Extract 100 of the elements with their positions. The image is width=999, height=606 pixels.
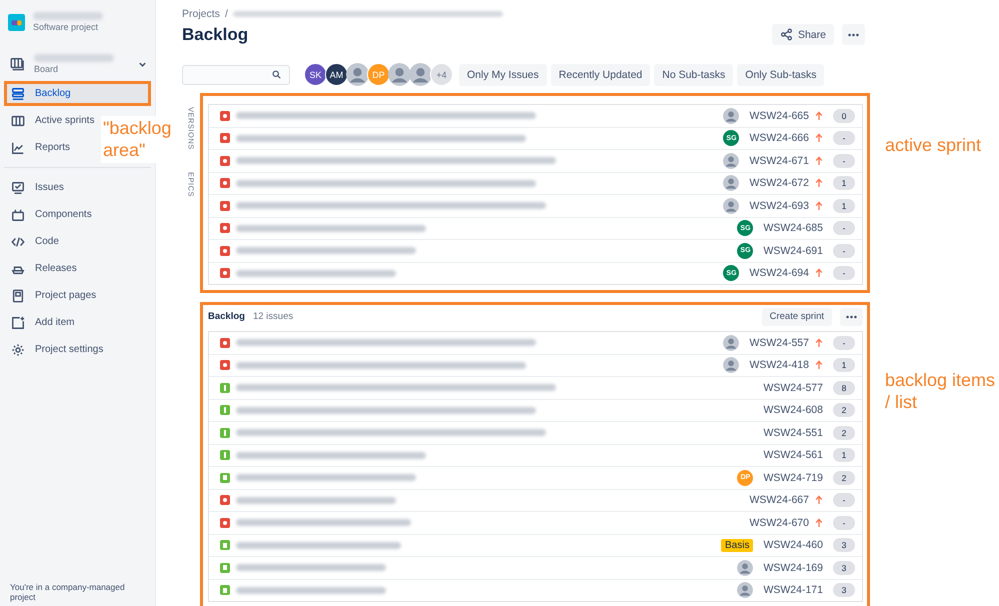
monitor-icon bbox=[11, 180, 25, 194]
chevron-down-icon bbox=[138, 60, 147, 68]
issue-key[interactable]: WSW24-691 bbox=[763, 244, 823, 257]
issue-row[interactable]: WSW24-693 1 bbox=[209, 195, 862, 218]
estimate-badge: 2 bbox=[833, 426, 855, 440]
quick-filter-button[interactable]: Recently Updated bbox=[550, 64, 650, 86]
issue-row[interactable]: WSW24-418 1 bbox=[209, 354, 862, 377]
issue-row[interactable]: WSW24-551 2 bbox=[209, 422, 862, 444]
bug-type-icon bbox=[220, 110, 230, 121]
bug-type-icon bbox=[220, 223, 230, 234]
issue-key[interactable]: WSW24-557 bbox=[749, 336, 809, 349]
bug-type-icon bbox=[220, 200, 230, 211]
person-silhouette-avatar bbox=[737, 560, 754, 576]
quick-filter-button[interactable]: No Sub-tasks bbox=[654, 64, 734, 86]
issue-key[interactable]: WSW24-577 bbox=[763, 382, 823, 394]
more-button[interactable] bbox=[840, 308, 863, 326]
person-silhouette-avatar bbox=[723, 198, 740, 214]
issue-row[interactable]: WSW24-169 3 bbox=[209, 557, 862, 580]
user-avatar[interactable]: SK bbox=[304, 63, 327, 86]
estimate-badge: 1 bbox=[833, 358, 855, 372]
issue-key[interactable]: WSW24-666 bbox=[749, 132, 809, 144]
user-avatar[interactable]: AM bbox=[325, 63, 348, 86]
issue-row[interactable]: WSW24-672 1 bbox=[209, 172, 862, 195]
person-silhouette-avatar bbox=[723, 152, 740, 169]
issue-key[interactable]: WSW24-608 bbox=[763, 404, 823, 416]
issue-row[interactable]: WSW24-665 0 bbox=[209, 105, 862, 128]
issue-key[interactable]: WSW24-171 bbox=[763, 584, 823, 596]
story-type-icon bbox=[220, 585, 230, 596]
issue-row[interactable]: WSW24-608 2 bbox=[209, 400, 862, 422]
redacted-project-name bbox=[33, 12, 103, 20]
person-silhouette-avatar[interactable] bbox=[388, 63, 411, 86]
box-icon bbox=[11, 208, 25, 222]
estimate-badge: - bbox=[833, 131, 855, 146]
issue-key[interactable]: WSW24-561 bbox=[763, 449, 823, 462]
issue-row[interactable]: WSW24-670 - bbox=[209, 512, 862, 534]
page-icon bbox=[11, 288, 25, 302]
board-selector[interactable]: Board bbox=[0, 32, 155, 80]
estimate-badge: 1 bbox=[833, 448, 855, 462]
share-icon bbox=[780, 28, 793, 41]
project-footer-note: You're in a company-managed project bbox=[9, 582, 126, 602]
person-silhouette-avatar[interactable] bbox=[346, 63, 369, 86]
issue-row[interactable]: WSW24-671 - bbox=[209, 150, 862, 172]
issue-key[interactable]: WSW24-719 bbox=[763, 472, 823, 484]
estimate-badge: 3 bbox=[833, 560, 855, 575]
issue-key[interactable]: WSW24-693 bbox=[749, 200, 809, 212]
issue-row[interactable]: Basis WSW24-460 3 bbox=[209, 534, 862, 557]
sidebar-item[interactable]: Active sprints bbox=[4, 108, 102, 133]
sidebar-item[interactable]: Backlog bbox=[4, 81, 151, 106]
issue-key[interactable]: WSW24-551 bbox=[763, 426, 823, 439]
board-label: Board bbox=[34, 64, 60, 74]
sidebar-item[interactable]: Releases bbox=[4, 256, 84, 281]
issue-key[interactable]: WSW24-169 bbox=[763, 562, 823, 574]
issue-row[interactable]: WSW24-171 3 bbox=[209, 580, 862, 601]
task-type-icon bbox=[220, 382, 230, 393]
issue-key[interactable]: WSW24-665 bbox=[749, 110, 809, 122]
more-icon bbox=[846, 314, 857, 318]
estimate-badge: - bbox=[833, 336, 855, 350]
search-field[interactable] bbox=[182, 64, 290, 84]
sidebar-item[interactable]: Code bbox=[4, 229, 66, 254]
issue-key[interactable]: WSW24-670 bbox=[749, 516, 809, 529]
breadcrumb-link[interactable]: Projects bbox=[182, 8, 220, 20]
sidebar-item[interactable]: Reports bbox=[4, 135, 78, 160]
chart-icon bbox=[11, 140, 25, 154]
issue-count: 12 issues bbox=[252, 311, 294, 322]
issue-key[interactable]: WSW24-460 bbox=[763, 539, 823, 552]
issue-key[interactable]: WSW24-671 bbox=[749, 154, 809, 167]
share-button[interactable]: Share bbox=[772, 24, 834, 45]
estimate-badge: - bbox=[833, 493, 855, 508]
project-type: Software project bbox=[33, 22, 100, 32]
sidebar-item[interactable]: Issues bbox=[4, 175, 71, 200]
bug-type-icon bbox=[220, 495, 230, 506]
estimate-badge: - bbox=[833, 221, 855, 236]
issue-row[interactable]: WSW24-577 8 bbox=[209, 377, 862, 400]
sidebar-item[interactable]: Components bbox=[4, 202, 99, 227]
sidebar-item[interactable]: Add item bbox=[4, 310, 82, 335]
issue-key[interactable]: WSW24-685 bbox=[763, 222, 823, 234]
estimate-badge: 1 bbox=[833, 198, 855, 213]
estimate-badge: 1 bbox=[833, 176, 855, 190]
search-icon bbox=[272, 70, 281, 79]
create-sprint-button[interactable]: Create sprint bbox=[762, 308, 832, 326]
settings-icon bbox=[11, 342, 25, 356]
issue-key[interactable]: WSW24-672 bbox=[749, 177, 809, 190]
issue-label: Basis bbox=[721, 538, 754, 552]
issue-key[interactable]: WSW24-667 bbox=[749, 494, 809, 506]
sidebar-item[interactable]: Project pages bbox=[4, 283, 104, 308]
quick-filter-button[interactable]: Only Sub-tasks bbox=[737, 64, 824, 86]
estimate-badge: - bbox=[833, 244, 855, 258]
issue-row[interactable]: WSW24-667 - bbox=[209, 490, 862, 512]
page-title: Backlog bbox=[182, 24, 250, 44]
quick-filter-button[interactable]: Only My Issues bbox=[459, 64, 547, 86]
sidebar-item[interactable]: Project settings bbox=[4, 337, 110, 362]
issue-row[interactable]: WSW24-561 1 bbox=[209, 444, 862, 467]
more-button[interactable] bbox=[842, 24, 865, 45]
issue-key[interactable]: WSW24-418 bbox=[749, 359, 809, 372]
person-silhouette-avatar[interactable] bbox=[409, 63, 432, 86]
task-type-icon bbox=[220, 428, 230, 438]
more-icon bbox=[848, 32, 859, 36]
story-type-icon bbox=[220, 540, 230, 550]
issue-row[interactable]: WSW24-557 - bbox=[209, 332, 862, 354]
issue-key[interactable]: WSW24-694 bbox=[749, 267, 809, 280]
